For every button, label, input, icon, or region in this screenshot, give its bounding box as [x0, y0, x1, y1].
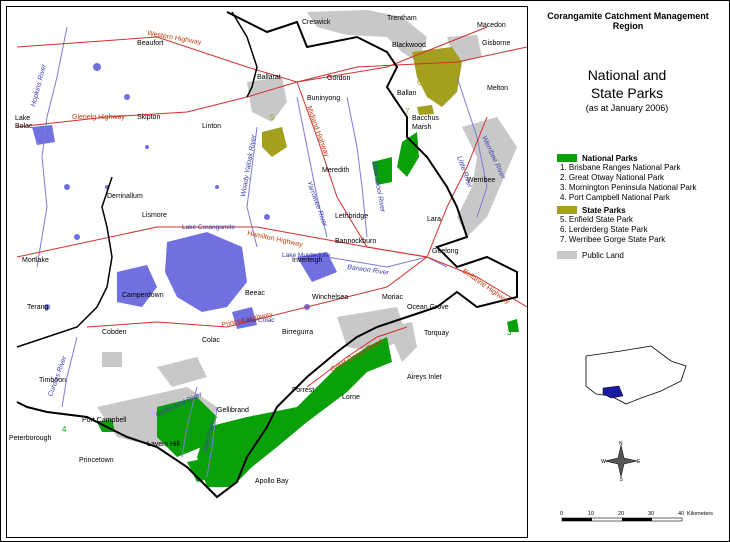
- scale-tick: 10: [588, 511, 594, 517]
- compass-n: N: [619, 441, 623, 447]
- map-canvas: 6 7 5 3 4 Creswick Trentham Macedon Gisb…: [6, 6, 528, 538]
- legend-item: 7. Werribee Gorge State Park: [560, 235, 666, 244]
- town-label: Mortlake: [22, 257, 49, 264]
- lake-label: Lake Murdeduke: [282, 252, 331, 259]
- state-park-swatch: [557, 206, 577, 214]
- town-label: Torquay: [424, 330, 449, 337]
- river-label: Yarrowee River: [305, 180, 328, 228]
- town-label: Beaufort: [137, 40, 164, 47]
- park-number-4: 4: [62, 425, 67, 434]
- legend-item: 2. Great Otway National Park: [560, 173, 665, 182]
- town-label: Lorne: [342, 394, 360, 401]
- town-label: Trentham: [387, 15, 417, 22]
- town-label: Creswick: [302, 19, 331, 26]
- legend-state-heading: State Parks: [582, 205, 626, 215]
- town-label: Camperdown: [122, 292, 164, 299]
- river-label: Hopkins River: [30, 63, 48, 108]
- compass-e: E: [637, 459, 641, 465]
- lake-label: Lake Corangamite: [182, 224, 235, 231]
- legend-national-header: National Parks: [557, 153, 727, 163]
- legend-item: 1. Brisbane Ranges National Park: [560, 163, 681, 172]
- scale-tick: 0: [560, 511, 563, 517]
- town-label: Moriac: [382, 294, 404, 301]
- public-land-swatch: [557, 251, 577, 259]
- town-label: Meredith: [322, 167, 349, 174]
- town-label: Winchelsea: [312, 294, 348, 301]
- town-label: Buninyong: [307, 95, 340, 102]
- compass-rose: N S E W: [601, 441, 641, 481]
- town-label: Terang: [27, 304, 49, 311]
- map-date: (as at January 2006): [585, 103, 669, 113]
- lake-label: Lake Colac: [242, 317, 275, 324]
- town-label: Bolac: [15, 123, 33, 130]
- town-label: Apollo Bay: [255, 478, 289, 485]
- lakes-water: [32, 63, 337, 329]
- town-label: Birregurra: [282, 329, 313, 336]
- town-label: Princetown: [79, 457, 114, 464]
- town-label: Marsh: [412, 124, 432, 131]
- town-label: Forrest: [292, 387, 314, 394]
- town-label: Bannockburn: [335, 238, 376, 245]
- town-label: Peterborough: [9, 435, 52, 442]
- town-label: Linton: [202, 123, 221, 130]
- town-label: Lavers Hill: [147, 441, 180, 448]
- map-svg: 6 7 5 3 4 Creswick Trentham Macedon Gisb…: [9, 10, 527, 499]
- town-label: Gellibrand: [217, 407, 249, 414]
- scale-unit: Kilometers: [687, 511, 713, 517]
- scale-tick: 40: [678, 511, 684, 517]
- town-label: Skipton: [137, 114, 160, 121]
- town-label: Gordon: [327, 75, 350, 82]
- town-label: Derrinallum: [107, 193, 143, 200]
- town-label: Ballarat: [257, 74, 281, 81]
- town-label: Port Campbell: [82, 417, 127, 424]
- map-title-line2: State Parks: [590, 85, 664, 101]
- organization-name: Corangamite Catchment Management Region: [547, 11, 709, 31]
- park-number-6: 6: [417, 78, 422, 87]
- highway-label: Glenelg Highway: [72, 114, 125, 121]
- compass-s: S: [620, 477, 624, 481]
- town-label: Colac: [202, 337, 220, 344]
- town-label: Lake: [15, 115, 30, 122]
- victoria-locator-map: [585, 345, 687, 405]
- town-label: Lara: [427, 216, 441, 223]
- legend-national-heading: National Parks: [582, 153, 638, 163]
- town-label: Ocean Grove: [407, 304, 449, 311]
- park-number-3: 3: [507, 328, 512, 337]
- map-frame: 6 7 5 3 4 Creswick Trentham Macedon Gisb…: [0, 0, 730, 542]
- town-label: Lethbridge: [335, 213, 368, 220]
- town-label: Ballan: [397, 90, 417, 97]
- town-label: Aireys Inlet: [407, 374, 442, 381]
- town-label: Bacchus: [412, 115, 439, 122]
- scale-bar: 0 10 20 30 40 Kilometers: [560, 511, 713, 522]
- legend-state-header: State Parks: [557, 205, 727, 215]
- town-label: Geelong: [432, 248, 459, 255]
- compass-w: W: [601, 459, 606, 465]
- town-label: Beeac: [245, 290, 265, 297]
- town-label: Gisborne: [482, 40, 511, 47]
- legend-item: 6. Lerderderg State Park: [560, 225, 648, 234]
- town-label: Melton: [487, 85, 508, 92]
- map-title-line1: National and: [587, 67, 667, 83]
- town-label: Blackwood: [392, 42, 426, 49]
- legend-public-land: Public Land: [557, 250, 727, 260]
- legend-item: 3. Mornington Peninsula National Park: [560, 183, 697, 192]
- town-label: Lismore: [142, 212, 167, 219]
- scale-tick: 30: [648, 511, 654, 517]
- town-label: Cobden: [102, 329, 127, 336]
- scale-tick: 20: [618, 511, 624, 517]
- park-number-7: 7: [405, 107, 410, 116]
- legend-item: 5. Enfield State Park: [560, 215, 633, 224]
- national-park-swatch: [557, 154, 577, 162]
- town-label: Macedon: [477, 22, 506, 29]
- legend: National Parks 1. Brisbane Ranges Nation…: [557, 153, 727, 260]
- legend-public-land-label: Public Land: [582, 250, 624, 260]
- legend-item: 4. Port Campbell National Park: [560, 193, 670, 202]
- highway-label: Midland Highway: [305, 105, 330, 158]
- park-number-5: 5: [270, 113, 275, 122]
